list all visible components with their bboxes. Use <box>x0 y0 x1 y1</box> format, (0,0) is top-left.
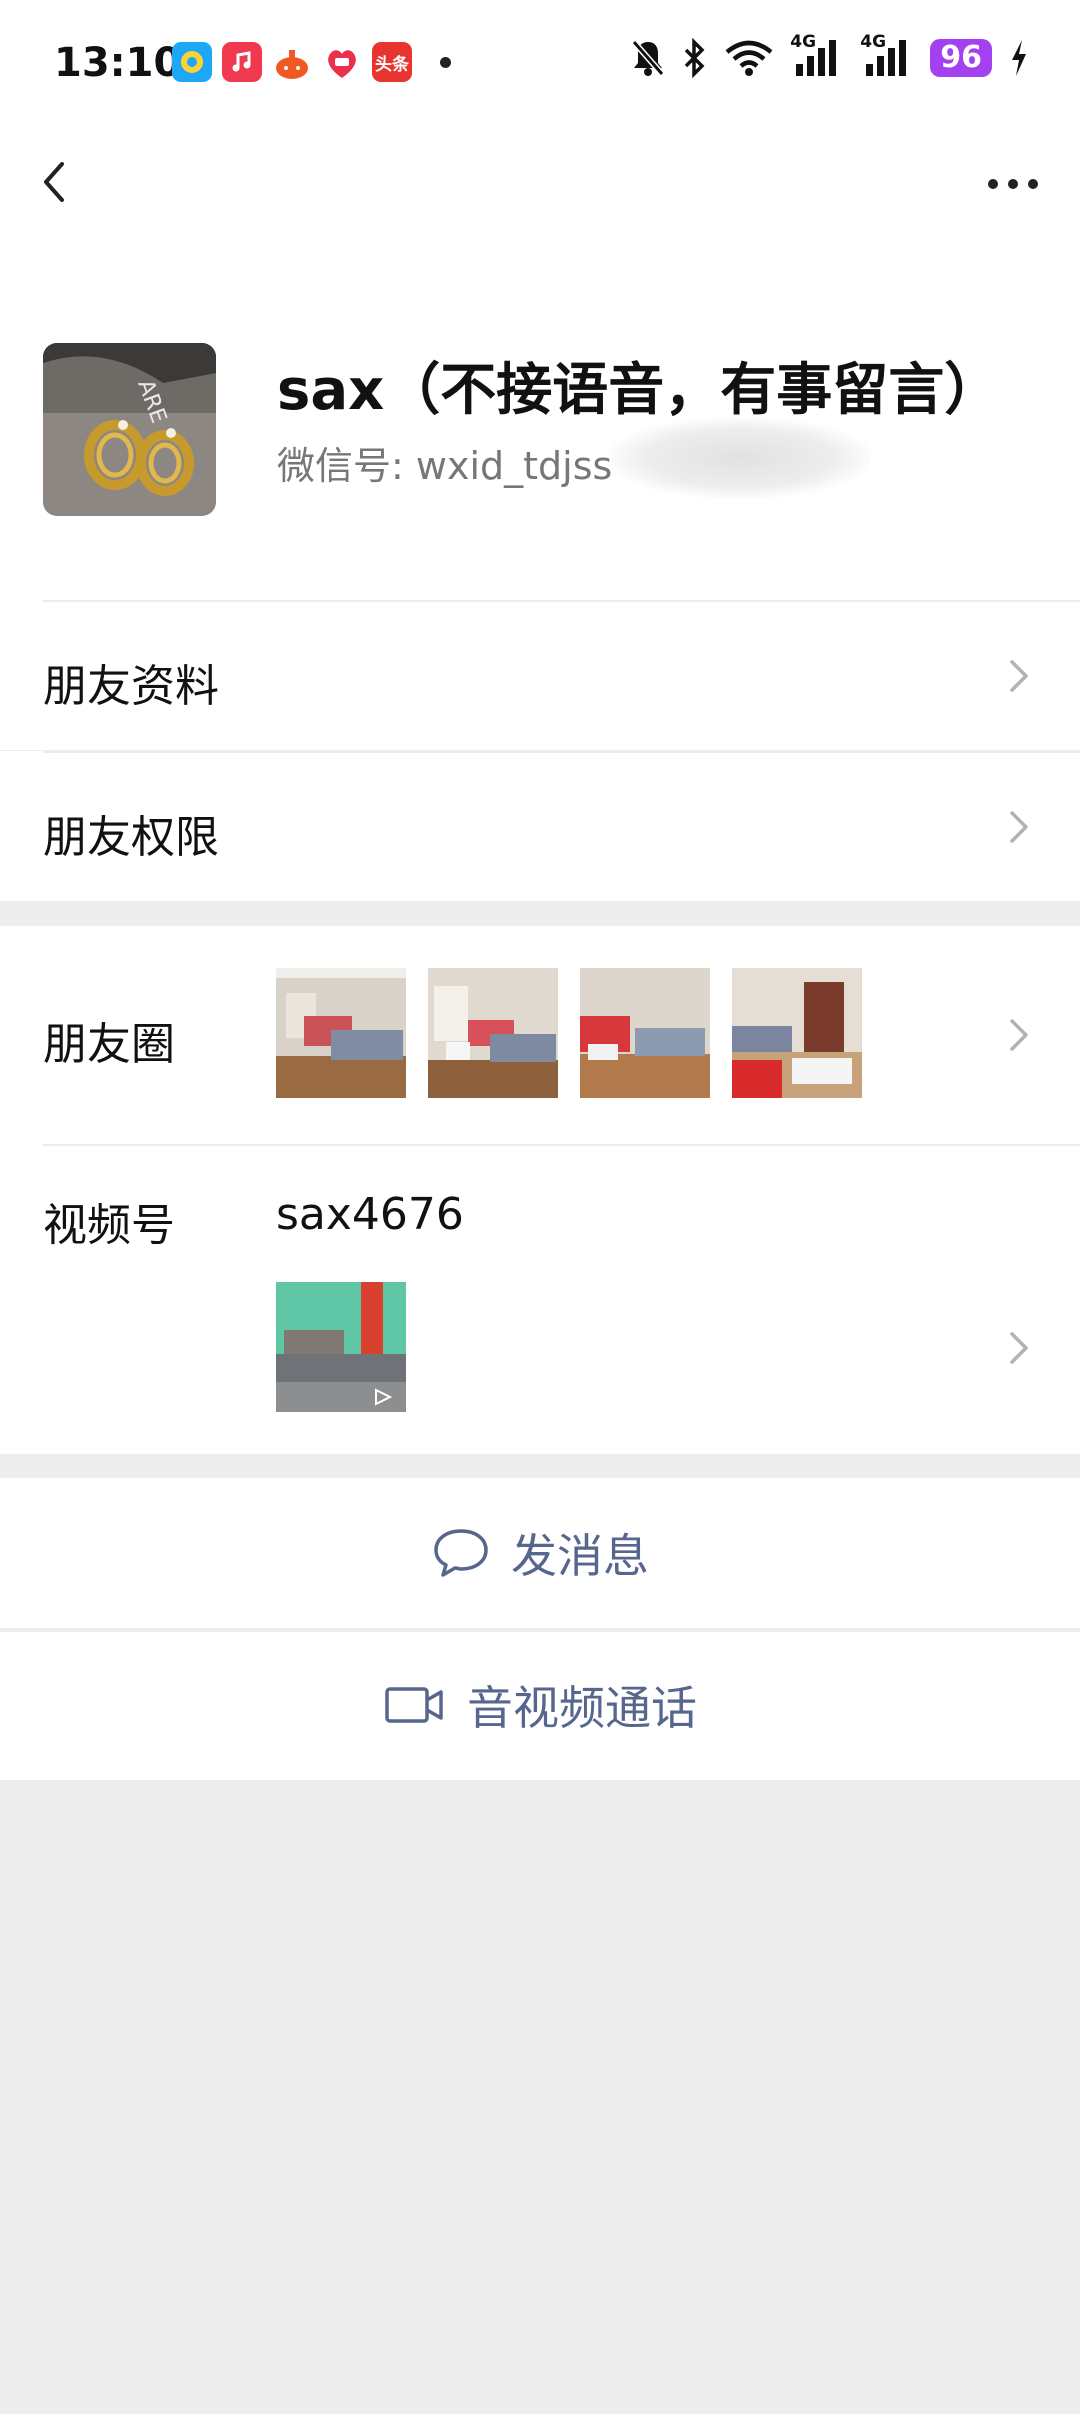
friend-permissions-label: 朋友权限 <box>43 812 219 863</box>
row-moments[interactable]: 朋友圈 <box>0 926 1080 1144</box>
more-button[interactable] <box>980 152 1050 212</box>
row-friend-permissions[interactable]: 朋友权限 <box>0 751 1080 901</box>
mute-bell-icon <box>631 40 665 76</box>
taobao-icon <box>322 42 362 82</box>
profile-header: ARE sax（不接语音，有事留言） 微信号: wxid_tdjss <box>0 240 1080 600</box>
divider <box>43 1144 1080 1146</box>
channels-id: sax4676 <box>276 1189 464 1240</box>
contact-name: sax（不接语音，有事留言） <box>277 358 1001 423</box>
divider <box>0 1630 1080 1632</box>
signal-1: 4G <box>790 32 844 78</box>
more-notifications-dot <box>440 56 451 68</box>
video-call-button[interactable]: 音视频通话 <box>0 1630 1080 1780</box>
battery-level: 96 <box>930 39 992 77</box>
toutiao-icon: 头条 <box>372 42 412 82</box>
wifi-icon <box>725 40 773 76</box>
chevron-right-icon <box>1010 811 1028 843</box>
wechat-id-label: 微信号: <box>277 444 404 488</box>
divider <box>43 600 1080 602</box>
status-bar: 13:10 头条 4G 4G 96 <box>0 0 1080 130</box>
friend-profile-label: 朋友资料 <box>43 661 219 712</box>
chevron-left-icon <box>44 162 64 202</box>
wechat-id: 微信号: wxid_tdjss <box>277 435 612 490</box>
charging-icon <box>1012 40 1026 76</box>
send-message-button[interactable]: 发消息 <box>0 1478 1080 1628</box>
notification-icons: 头条 <box>172 42 451 82</box>
chevron-right-icon <box>1010 660 1028 692</box>
moments-label: 朋友圈 <box>43 1019 175 1070</box>
toutiao-label: 头条 <box>375 54 409 75</box>
moments-thumbnail <box>276 968 406 1098</box>
signal-bars-icon <box>866 40 907 76</box>
bluetooth-icon <box>685 38 705 78</box>
moments-thumbnail <box>580 968 710 1098</box>
chevron-right-icon <box>1010 1019 1028 1051</box>
moments-thumbnail <box>428 968 558 1098</box>
nav-bar <box>0 130 1080 240</box>
back-button[interactable] <box>32 152 92 212</box>
chat-bubble-icon <box>434 1529 488 1577</box>
row-channels[interactable]: 视频号 sax4676 <box>0 1144 1080 1454</box>
moments-thumbnails <box>276 968 862 1098</box>
gift-icon <box>272 42 312 82</box>
moments-thumbnail <box>732 968 862 1098</box>
status-time: 13:10 <box>54 40 182 86</box>
qq-browser-icon <box>172 42 212 82</box>
redaction-blur <box>610 418 870 498</box>
music-icon <box>222 42 262 82</box>
video-call-label: 音视频通话 <box>467 1681 697 1735</box>
avatar[interactable]: ARE <box>43 343 216 516</box>
signal-bars-icon <box>796 40 837 76</box>
row-friend-profile[interactable]: 朋友资料 <box>0 600 1080 750</box>
avatar-image: ARE <box>43 343 216 516</box>
channels-thumbnail <box>276 1282 406 1412</box>
chevron-right-icon <box>1010 1332 1028 1364</box>
signal-2: 4G <box>860 32 914 78</box>
video-camera-icon <box>385 1687 443 1723</box>
channels-label: 视频号 <box>43 1200 175 1251</box>
send-message-label: 发消息 <box>511 1529 649 1583</box>
divider <box>43 751 1080 753</box>
status-indicators: 4G 4G 96 <box>630 32 1030 78</box>
wechat-id-value: wxid_tdjss <box>415 444 613 488</box>
more-horizontal-icon <box>988 179 1038 189</box>
